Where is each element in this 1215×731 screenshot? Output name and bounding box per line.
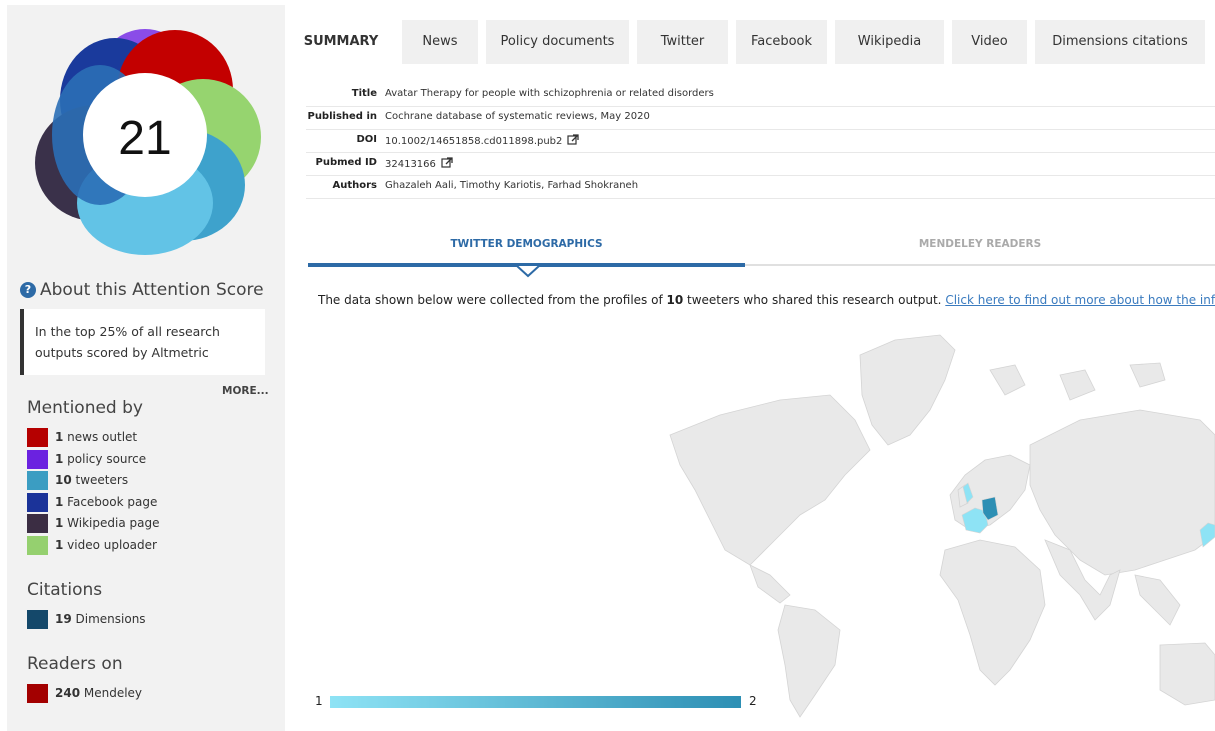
mention-label: news outlet: [63, 430, 138, 444]
mention-label: Facebook page: [63, 494, 158, 509]
tab-news[interactable]: News: [402, 20, 478, 64]
subtab-mendeley-readers[interactable]: MENDELEY READERS: [745, 238, 1215, 250]
mention-label: video uploader: [63, 538, 157, 552]
tab-dimensions-citations[interactable]: Dimensions citations: [1035, 20, 1205, 64]
meta-key: Authors: [332, 180, 377, 191]
score-context-card: In the top 25% of all research outputs s…: [20, 309, 265, 375]
meta-value: Avatar Therapy for people with schizophr…: [385, 88, 714, 99]
meta-value-text: Ghazaleh Aali, Timothy Kariotis, Farhad …: [385, 180, 639, 191]
citation-label: Dimensions: [71, 612, 146, 626]
mention-item[interactable]: 1 Wikipedia page: [27, 514, 159, 534]
reader-item[interactable]: 240 Mendeley: [27, 684, 142, 704]
tab-wikipedia[interactable]: Wikipedia: [835, 20, 944, 64]
attention-score-donut: 21: [35, 29, 261, 255]
external-link-icon[interactable]: [441, 157, 453, 168]
map-north-america: [669, 394, 871, 566]
readers-title: Readers on: [27, 654, 123, 674]
main-tabs: SUMMARY News Policy documents Twitter Facebo…: [288, 20, 1215, 64]
attention-score-value: 21: [118, 112, 171, 165]
about-title: About this Attention Score: [40, 280, 264, 300]
mention-item[interactable]: 1 policy source: [27, 449, 147, 470]
scale-max: 2: [749, 694, 757, 708]
meta-value[interactable]: 10.1002/14651858.cd011898.pub2: [385, 134, 580, 147]
tab-video[interactable]: Video: [952, 20, 1027, 64]
mention-color-swatch: [27, 471, 48, 491]
question-icon[interactable]: ?: [20, 282, 36, 298]
scale-min: 1: [315, 694, 323, 708]
tab-twitter[interactable]: Twitter: [637, 20, 728, 64]
demographics-description: The data shown below were collected from…: [318, 293, 1215, 307]
subtab-twitter-demographics[interactable]: TWITTER DEMOGRAPHICS: [308, 238, 745, 250]
citation-count: 19: [55, 612, 72, 626]
meta-value: Ghazaleh Aali, Timothy Kariotis, Farhad …: [385, 180, 638, 191]
external-link-icon[interactable]: [567, 134, 580, 145]
mention-color-swatch: [27, 428, 48, 447]
meta-row-authors: Authors Ghazaleh Aali, Timothy Kariotis, …: [306, 176, 1215, 199]
reader-count: 240: [55, 686, 81, 700]
tab-facebook[interactable]: Facebook: [736, 20, 827, 64]
citations-title: Citations: [27, 580, 103, 600]
world-map: [669, 334, 1215, 718]
meta-value-text: Avatar Therapy for people with schizophr…: [385, 88, 714, 99]
map-arctic-islands: [989, 362, 1166, 401]
mention-count: 10: [55, 473, 72, 488]
meta-row-title: Title Avatar Therapy for people with schi…: [306, 84, 1215, 107]
map-africa: [939, 539, 1046, 686]
caret-down-icon: [516, 266, 540, 278]
scale-gradient-bar: [330, 696, 741, 708]
meta-value-text: 32413166: [385, 159, 436, 170]
tweeter-count: 10: [666, 293, 684, 307]
meta-value[interactable]: 32413166: [385, 157, 453, 170]
map-color-scale: 1 2: [315, 692, 765, 712]
meta-key: Pubmed ID: [315, 157, 377, 168]
map-greenland: [859, 334, 956, 446]
map-central-america: [749, 564, 791, 604]
subtab-divider: [745, 264, 1215, 266]
map-southeast-asia: [1134, 574, 1181, 626]
map-south-america: [777, 604, 841, 718]
mention-color-swatch: [27, 514, 48, 534]
score-context-text: In the top 25% of all research outputs s…: [35, 324, 220, 360]
meta-row-published-in: Published in Cochrane database of systema…: [306, 107, 1215, 130]
meta-key: Published in: [307, 111, 377, 122]
description-prefix: The data shown below were collected from…: [318, 293, 667, 307]
citation-color-swatch: [27, 610, 48, 629]
reader-label: Mendeley: [80, 686, 143, 700]
mention-item[interactable]: 1 video uploader: [27, 536, 157, 556]
mention-color-swatch: [27, 449, 48, 469]
meta-key: Title: [351, 88, 377, 99]
mention-label: policy source: [63, 451, 147, 466]
info-compiled-link[interactable]: Click here to find out more about how th…: [945, 293, 1215, 307]
meta-row-doi: DOI 10.1002/14651858.cd011898.pub2: [306, 130, 1215, 153]
more-link[interactable]: MORE...: [222, 385, 269, 397]
reader-color-swatch: [27, 684, 48, 703]
mentioned-by-title: Mentioned by: [27, 398, 143, 418]
mention-label: tweeters: [71, 473, 129, 488]
meta-value: Cochrane database of systematic reviews,…: [385, 111, 650, 122]
meta-row-pubmed-id: Pubmed ID 32413166: [306, 153, 1215, 176]
mention-color-swatch: [27, 536, 48, 555]
mention-color-swatch: [27, 492, 48, 512]
citation-item[interactable]: 19 Dimensions: [27, 610, 146, 630]
map-australia: [1159, 642, 1215, 706]
demographics-subtabs: TWITTER DEMOGRAPHICS MENDELEY READERS: [308, 234, 1215, 278]
mention-item[interactable]: 10 tweeters: [27, 471, 128, 491]
meta-value-text: 10.1002/14651858.cd011898.pub2: [385, 136, 563, 147]
mention-item[interactable]: 1 Facebook page: [27, 492, 158, 513]
mention-item[interactable]: 1 news outlet: [27, 428, 137, 448]
about-attention-score[interactable]: ? About this Attention Score: [20, 280, 282, 300]
meta-value-text: Cochrane database of systematic reviews,…: [385, 111, 650, 122]
summary-metadata: Title Avatar Therapy for people with schi…: [306, 84, 1215, 199]
tab-policy-documents[interactable]: Policy documents: [486, 20, 629, 64]
mention-label: Wikipedia page: [63, 516, 160, 531]
tab-summary[interactable]: SUMMARY: [288, 20, 394, 64]
description-suffix: tweeters who shared this research output…: [683, 293, 946, 307]
meta-key: DOI: [356, 134, 377, 145]
